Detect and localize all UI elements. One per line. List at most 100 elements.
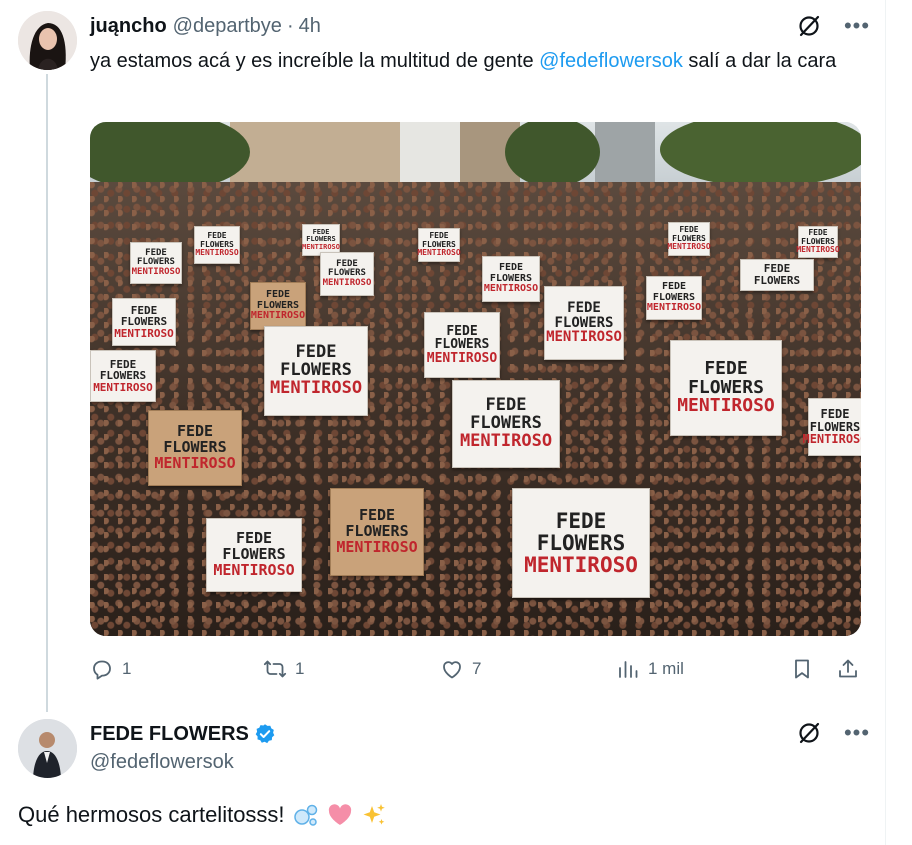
protest-sign: FEDEFLOWERSMENTIROSO [264,326,368,416]
protest-sign: FEDEFLOWERSMENTIROSO [512,488,650,598]
author-handle[interactable]: @fedeflowersok [90,751,234,774]
like-button[interactable]: 7 [440,654,481,684]
sign-line: MENTIROSO [677,395,775,417]
tweet-action-bar: 1 1 7 1 mil [90,654,861,684]
sign-line: FLOWERS [536,530,626,555]
sign-line: MENTIROSO [796,245,840,255]
sparkles-icon [361,802,387,828]
sign-line: MENTIROSO [322,277,372,288]
protest-sign: FEDEFLOWERSMENTIROSO [130,242,182,284]
more-icon[interactable]: ••• [842,12,872,40]
sign-line: MENTIROSO [426,350,498,366]
views-icon [619,661,638,678]
sign-line: FEDE [446,323,478,339]
tweet-text: Qué hermosos cartelitosss! [18,802,387,828]
protest-sign: FEDEFLOWERSMENTIROSO [452,380,560,468]
tweet-text: ya estamos acá y es increíble la multitu… [90,46,850,76]
avatar-juancho[interactable] [18,11,77,70]
protest-sign: FEDE FLOWERS [740,259,814,291]
timeline-border [885,0,886,845]
protest-sign: FEDEFLOWERSMENTIROSO [482,256,540,302]
protest-sign: FEDEFLOWERSMENTIROSO [646,276,702,320]
sign-line: MENTIROSO [195,248,239,258]
tweet-juancho[interactable]: juąncho @departbye · 4h ••• ya estamos a… [0,0,885,712]
sign-line: FLOWERS [554,314,614,331]
repost-count: 1 [295,659,305,678]
sign-line: FEDE [567,299,601,316]
sign-line: FEDE [820,407,850,422]
tweet-photo[interactable]: FEDE FLOWERS MENTIROSO FEDE FLOWERS MENTIROS… [90,122,861,636]
tweet-header-actions: ••• [794,719,872,747]
sign-line: MENTIROSO [646,302,702,314]
protest-sign: FEDEFLOWERSMENTIROSO [802,398,861,456]
protest-sign: FEDEFLOWERSMENTIROSO [112,298,176,346]
sign-line: FEDE [555,508,607,533]
sign-line: MENTIROSO [302,242,340,251]
thread-connector-line [46,74,48,712]
tweet-header: juąncho @departbye · 4h [90,12,321,40]
bookmark-button[interactable] [790,654,814,684]
protest-sign: FEDEFLOWERSMENTIROSO [670,340,782,436]
bubbles-emoji-icon [293,802,319,828]
author-handle[interactable]: @departbye [173,15,282,38]
sign-line: MENTIROSO [93,380,153,394]
protest-sign: FEDEFLOWERSMENTIROSO [206,518,302,592]
sign-line: MENTIROSO [250,310,306,322]
protest-sign: FEDEFLOWERSMENTIROSO [250,282,306,330]
views-button[interactable]: 1 mil [616,654,684,684]
sign-line: MENTIROSO [213,560,295,579]
protest-sign: FEDEFLOWERSMENTIROSO [424,312,500,378]
protest-sign: FEDEFLOWERSMENTIROSO [544,286,624,360]
author-name[interactable]: FEDE FLOWERS [90,723,249,746]
tweet-text-part: ya estamos acá y es increíble la multitu… [90,50,540,72]
more-icon[interactable]: ••• [842,719,872,747]
protest-sign: FEDEFLOWERSMENTIROSO [796,226,840,258]
reply-icon [93,660,111,680]
bookmark-icon [795,659,809,679]
pink-heart-icon [327,802,353,828]
sign-line: MENTIROSO [269,377,363,398]
author-name-row: FEDE FLOWERS [90,721,276,747]
protest-sign: FEDEFLOWERSMENTIROSO [417,228,461,262]
sign-line: MENTIROSO [483,283,539,295]
sign-line: MENTIROSO [114,326,174,340]
sign-line: MENTIROSO [131,266,181,277]
verified-badge-icon[interactable] [254,723,276,745]
sign-line: MENTIROSO [459,430,553,451]
grok-icon[interactable] [794,12,824,40]
tweet-text-body: Qué hermosos cartelitosss! [18,802,285,827]
avatar-fede-flowers[interactable] [18,719,77,778]
sign-line: MENTIROSO [154,453,236,472]
sign-line: MENTIROSO [336,537,418,556]
protest-sign: FEDEFLOWERSMENTIROSO [330,488,424,576]
like-count: 7 [472,659,482,678]
protest-sign: FEDEFLOWERSMENTIROSO [148,410,242,486]
reply-count: 1 [122,659,132,678]
sign-line: MENTIROSO [802,432,861,447]
protest-sign: FEDEFLOWERSMENTIROSO [667,222,711,256]
repost-icon [263,660,287,678]
timestamp[interactable]: 4h [299,15,321,38]
tweet-text-part: salí a dar la cara [682,50,837,72]
sign-line: MENTIROSO [417,248,461,258]
mention-link[interactable]: @fedeflowersok [539,50,683,72]
protest-sign: FEDEFLOWERSMENTIROSO [194,226,240,264]
protest-sign: FEDEFLOWERSMENTIROSO [90,350,156,402]
separator-dot: · [286,14,294,37]
protest-sign: FEDEFLOWERSMENTIROSO [320,252,374,296]
sign-line: MENTIROSO [667,242,711,252]
sign-line: FEDE [704,357,748,379]
reply-button[interactable]: 1 [90,654,131,684]
sign-line: MENTIROSO [524,553,638,578]
views-count: 1 mil [648,659,684,678]
grok-icon[interactable] [794,719,824,747]
share-button[interactable] [836,654,860,684]
tweet-header-actions: ••• [794,12,872,40]
like-icon [443,661,461,679]
sign-line: MENTIROSO [546,329,622,346]
share-icon [839,659,857,678]
author-name[interactable]: juąncho [90,15,167,38]
repost-button[interactable]: 1 [263,654,304,684]
sign-line: FLOWERS [434,337,490,353]
sign-line: FLOWERS [753,274,801,287]
